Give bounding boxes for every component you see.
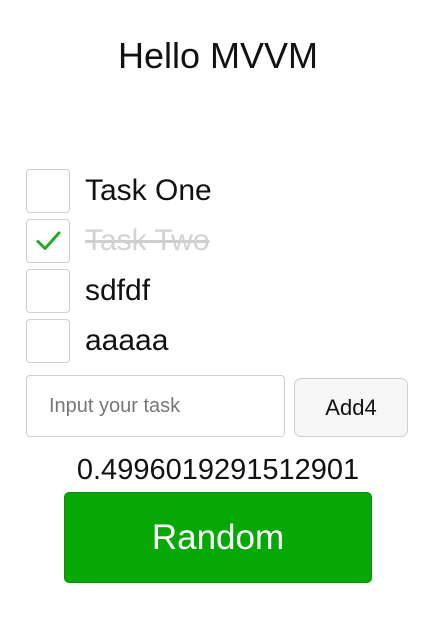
random-value: 0.4996019291512901 bbox=[76, 454, 360, 486]
random-button[interactable]: Random bbox=[64, 492, 372, 583]
task-input[interactable] bbox=[26, 375, 285, 437]
todo-item[interactable]: sdfdf bbox=[26, 266, 212, 316]
add-task-button[interactable]: Add4 bbox=[294, 378, 408, 437]
todo-item[interactable]: Task One bbox=[26, 166, 212, 216]
page-title: Hello MVVM bbox=[117, 35, 319, 76]
todo-item[interactable]: Task Two bbox=[26, 216, 212, 266]
todo-label: Task Two bbox=[85, 224, 210, 257]
todo-label: sdfdf bbox=[85, 274, 151, 307]
todo-list: Task One Task Two sdfdf aaaaa bbox=[26, 166, 212, 366]
todo-checkbox[interactable] bbox=[26, 319, 70, 363]
todo-label: Task One bbox=[85, 174, 212, 207]
check-icon bbox=[36, 231, 61, 250]
todo-checkbox[interactable] bbox=[26, 269, 70, 313]
todo-checkbox[interactable] bbox=[26, 219, 70, 263]
todo-item[interactable]: aaaaa bbox=[26, 316, 212, 366]
todo-label: aaaaa bbox=[85, 324, 169, 357]
todo-checkbox[interactable] bbox=[26, 169, 70, 213]
